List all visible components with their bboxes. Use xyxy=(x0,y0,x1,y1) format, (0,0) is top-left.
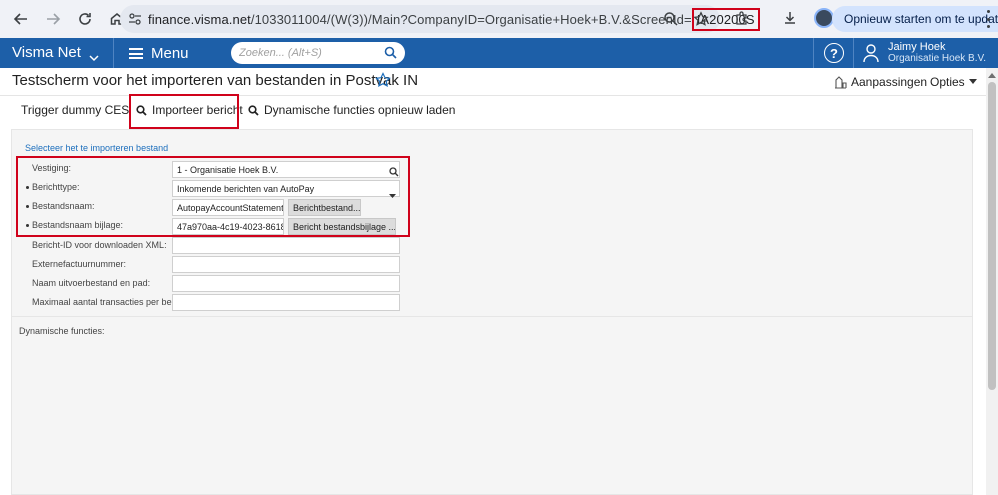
address-bar[interactable]: finance.visma.net/1033011004/(W(3))/Main… xyxy=(120,5,760,33)
scrollbar-thumb[interactable] xyxy=(988,82,996,390)
divider xyxy=(113,38,114,68)
extensions-icon[interactable] xyxy=(730,6,754,30)
menu-label: Menu xyxy=(151,45,189,62)
help-icon[interactable]: ? xyxy=(824,43,844,63)
search-icon xyxy=(248,104,259,116)
user-name[interactable]: Jaimy Hoek xyxy=(888,41,945,53)
menu-button[interactable]: Menu xyxy=(129,45,189,62)
uitvoer-field[interactable] xyxy=(172,275,400,292)
options-label: Opties xyxy=(930,75,965,89)
max-label: Maximaal aantal transacties per be... xyxy=(32,297,180,307)
forward-icon[interactable] xyxy=(40,6,66,32)
download-icon[interactable] xyxy=(778,6,802,30)
user-company[interactable]: Organisatie Hoek B.V. xyxy=(888,53,986,65)
url-host: finance.visma.net xyxy=(148,11,251,27)
customizations-button[interactable]: Aanpassingen xyxy=(834,75,927,89)
max-field[interactable] xyxy=(172,294,400,311)
import-button-highlight xyxy=(129,94,239,129)
reload-dynamic-functions-button[interactable]: Dynamische functies opnieuw laden xyxy=(248,103,455,117)
uitvoer-label: Naam uitvoerbestand en pad: xyxy=(32,278,151,288)
search-icon[interactable] xyxy=(384,46,397,64)
customize-icon xyxy=(835,75,847,89)
zoom-icon[interactable] xyxy=(660,8,682,30)
back-icon[interactable] xyxy=(8,6,34,32)
chevron-down-icon[interactable] xyxy=(89,49,99,67)
extern-field[interactable] xyxy=(172,256,400,273)
favorite-star-icon[interactable] xyxy=(375,72,391,93)
bookmark-star-icon[interactable] xyxy=(690,8,712,30)
bericht-id-field[interactable] xyxy=(172,237,400,254)
scroll-up-arrow-icon[interactable] xyxy=(988,73,996,78)
search-box[interactable] xyxy=(231,42,405,64)
dynamic-functions-panel xyxy=(11,317,973,495)
restart-update-button[interactable]: Opnieuw starten om te updaten xyxy=(832,6,998,32)
user-icon[interactable] xyxy=(862,43,880,68)
site-info-icon[interactable] xyxy=(128,8,142,30)
kebab-menu-icon[interactable] xyxy=(980,10,996,28)
dynamic-functions-label: Dynamische functies: xyxy=(19,326,105,336)
divider xyxy=(853,38,854,68)
trigger-dummy-ces-button[interactable]: Trigger dummy CES xyxy=(21,103,129,117)
customizations-label: Aanpassingen xyxy=(851,75,928,89)
url-path: /1033011004/(W(3))/Main?CompanyID=Organi… xyxy=(250,11,692,27)
section-title[interactable]: Selecteer het te importeren bestand xyxy=(25,143,168,153)
trigger-label: Trigger dummy CES xyxy=(21,103,130,117)
page-header: Testscherm voor het importeren van besta… xyxy=(0,68,998,96)
search-input[interactable] xyxy=(239,47,379,59)
caret-down-icon xyxy=(968,79,977,84)
extern-label: Externefactuurnummer: xyxy=(32,259,127,269)
reload-label: Dynamische functies opnieuw laden xyxy=(264,103,456,117)
bericht-id-label: Bericht-ID voor downloaden XML: xyxy=(32,240,167,250)
hamburger-icon xyxy=(129,48,143,59)
page-title: Testscherm voor het importeren van besta… xyxy=(12,72,419,89)
visma-top-bar: Visma Net Menu ? Jaimy Hoek Organisatie … xyxy=(0,38,998,68)
options-menu[interactable]: Opties xyxy=(930,75,977,89)
required-fields-highlight xyxy=(16,156,410,237)
divider xyxy=(813,38,814,68)
reload-icon[interactable] xyxy=(72,6,98,32)
brand-name[interactable]: Visma Net xyxy=(12,44,81,61)
